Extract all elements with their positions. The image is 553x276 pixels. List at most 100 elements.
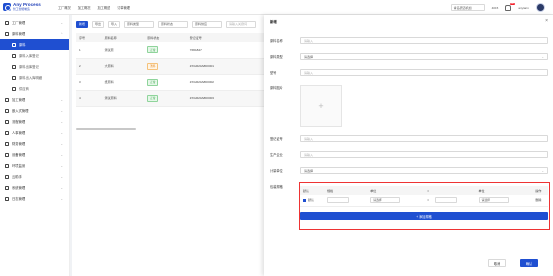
- list-icon: [12, 75, 16, 80]
- chevron-up-icon: ⌃: [60, 31, 63, 36]
- delete-link[interactable]: 删除: [532, 195, 548, 207]
- cancel-button[interactable]: 取消: [488, 259, 506, 267]
- field-label: 原料类型: [270, 55, 283, 59]
- sidebar-item-label: 设备管理: [12, 153, 26, 157]
- sidebar-item-label: 加工管理: [12, 98, 26, 102]
- horizontal-scrollbar[interactable]: [76, 128, 136, 130]
- material-type-select[interactable]: 请选择 ⌄: [300, 53, 548, 60]
- sidebar-item-material-detail[interactable]: 原料出入库明细: [0, 72, 69, 83]
- bell-icon[interactable]: 99+: [505, 2, 516, 11]
- sidebar-item-process[interactable]: 加工管理 ⌄: [0, 94, 69, 105]
- top-nav-item[interactable]: 加工概况: [78, 5, 91, 10]
- form-row-code: 登记证号 请输入: [270, 135, 548, 142]
- sidebar-item-label: 供应商: [19, 87, 29, 91]
- factory-icon: [5, 20, 9, 25]
- chevron-down-icon: ⌄: [60, 130, 63, 135]
- manufacturer-input[interactable]: 请输入: [300, 151, 548, 158]
- sidebar-item-material-out[interactable]: 原料出库登记: [0, 61, 69, 72]
- avatar[interactable]: [536, 3, 545, 12]
- select-value: 请选择: [304, 54, 314, 59]
- material-name: 大原料: [101, 58, 145, 75]
- import-button[interactable]: 导入: [108, 20, 121, 28]
- quantity-input[interactable]: [435, 196, 458, 203]
- equals-sign: =: [424, 195, 433, 207]
- unit-select[interactable]: 请选择 ⌄: [300, 167, 548, 174]
- export-button[interactable]: 导出: [92, 20, 105, 28]
- search-input[interactable]: 请输入关键词: [226, 20, 257, 28]
- sidebar-item-material[interactable]: 原料管理 ⌃: [0, 28, 69, 39]
- material-type-filter[interactable]: 原料类型: [124, 20, 155, 28]
- close-icon[interactable]: ×: [545, 18, 548, 24]
- spec-input[interactable]: [327, 196, 350, 203]
- sidebar: 工厂管理 ⌄ 原料管理 ⌃ 原料 原料入库登记 原料出库登记 原料出入库明细 供应商…: [0, 15, 70, 276]
- unit-select-2[interactable]: 请选择: [478, 197, 509, 204]
- form-row-spec: 包装规格: [270, 184, 300, 189]
- top-nav-item[interactable]: 加工概述: [98, 5, 111, 10]
- table-row[interactable]: 4 测试原料 正常 ZXGR20A8D0003: [76, 90, 264, 107]
- app-logo[interactable]: Any Process 智工智能制造: [0, 0, 56, 15]
- default-label: 默认: [308, 198, 315, 203]
- top-nav-item[interactable]: 工厂概况: [58, 5, 71, 10]
- sidebar-item-flow[interactable]: 流程管理 ⌄: [0, 116, 69, 127]
- default-checkbox[interactable]: [303, 198, 306, 202]
- row-index: 2: [76, 58, 102, 75]
- field-label: 型号: [270, 71, 277, 75]
- top-nav-item[interactable]: 订单管理: [117, 5, 130, 10]
- sidebar-item-hr[interactable]: 人事管理 ⌄: [0, 127, 69, 138]
- form-row-image: 原料图片: [270, 85, 300, 90]
- material-status-filter[interactable]: 原料状态: [158, 20, 189, 28]
- sidebar-item-label: 财务管理: [12, 142, 26, 146]
- add-button[interactable]: 新增: [76, 20, 89, 28]
- column-header: 默认: [300, 186, 325, 195]
- registration-code-input[interactable]: 请输入: [300, 135, 548, 142]
- sidebar-item-label: 云助手: [12, 175, 22, 179]
- material-name: 测试原料: [101, 90, 145, 107]
- registration-code: ZXGR20A8D0003: [186, 90, 264, 107]
- sidebar-item-factory[interactable]: 工厂管理 ⌄: [0, 17, 69, 28]
- chevron-down-icon: ⌄: [60, 174, 63, 179]
- sidebar-item-material-in[interactable]: 原料入库登记: [0, 50, 69, 61]
- add-spec-button[interactable]: + 添加规格: [300, 212, 548, 220]
- status-badge: 正常: [147, 94, 159, 102]
- sidebar-item-log[interactable]: 日志管理 ⌄: [0, 193, 69, 204]
- username[interactable]: anylarm: [518, 6, 529, 10]
- sidebar-item-material-list[interactable]: 原料: [0, 39, 69, 50]
- cloud-icon: [5, 174, 9, 179]
- sidebar-item-cloud[interactable]: 云助手 ⌄: [0, 171, 69, 182]
- model-input[interactable]: 请输入: [300, 69, 548, 76]
- material-name-input[interactable]: 请输入: [300, 37, 548, 44]
- field-label: 生产企业: [270, 153, 283, 157]
- sidebar-item-environment[interactable]: 环境监测 ⌄: [0, 160, 69, 171]
- add-material-drawer: 新增 × 原料名称 请输入 原料类型 请选择 ⌄ 型号 请输入 原料图片 + 登记…: [264, 15, 553, 276]
- unit-select-1[interactable]: 请选择: [370, 197, 401, 204]
- column-header: 序号: [76, 33, 102, 42]
- sidebar-item-label: 原料入库登记: [19, 54, 39, 58]
- table-row[interactable]: 2 大原料 暂停 ZXGR20A8D0001: [76, 58, 264, 75]
- column-header: 原料状态: [144, 33, 187, 42]
- form-row-name: 原料名称 请输入: [270, 37, 548, 44]
- table-row[interactable]: 1 测试原 正常 768A847: [76, 42, 264, 59]
- table-row[interactable]: 3 纸原料 正常 ZXGR20A8D0002: [76, 74, 264, 91]
- material-table: 序号 原料名称 原料状态 登记证号 1 测试原 正常 768A847 2 大原料…: [76, 33, 264, 107]
- sidebar-item-finance[interactable]: 财务管理 ⌄: [0, 138, 69, 149]
- sidebar-item-label: 流程管理: [12, 120, 26, 124]
- image-upload[interactable]: +: [300, 85, 342, 127]
- sidebar-item-system[interactable]: 系统管理 ⌄: [0, 182, 69, 193]
- chevron-down-icon: ⌄: [60, 97, 63, 102]
- sidebar-item-supplier[interactable]: 供应商: [0, 83, 69, 94]
- sidebar-item-equipment[interactable]: 设备管理 ⌄: [0, 149, 69, 160]
- chevron-down-icon: ⌄: [541, 168, 544, 173]
- confirm-button[interactable]: 确认: [520, 259, 538, 267]
- supplier-filter[interactable]: 原料供应: [192, 20, 223, 28]
- column-header: 单位: [475, 186, 533, 195]
- company-select[interactable]: 青岛研迈机加: [450, 4, 485, 11]
- drawer-title: 新增: [270, 20, 277, 24]
- chevron-down-icon: ⌄: [541, 54, 544, 59]
- sidebar-item-label: 人事管理: [12, 131, 26, 135]
- registration-code: ZXGR20A8D0001: [186, 58, 264, 75]
- monitor-icon: [5, 152, 9, 157]
- sidebar-item-label: 环境监测: [12, 164, 26, 168]
- sidebar-item-label: 原料: [19, 43, 26, 47]
- column-header: 原料名称: [101, 33, 145, 42]
- sidebar-item-embedded[interactable]: 嵌入式管理 ⌄: [0, 105, 69, 116]
